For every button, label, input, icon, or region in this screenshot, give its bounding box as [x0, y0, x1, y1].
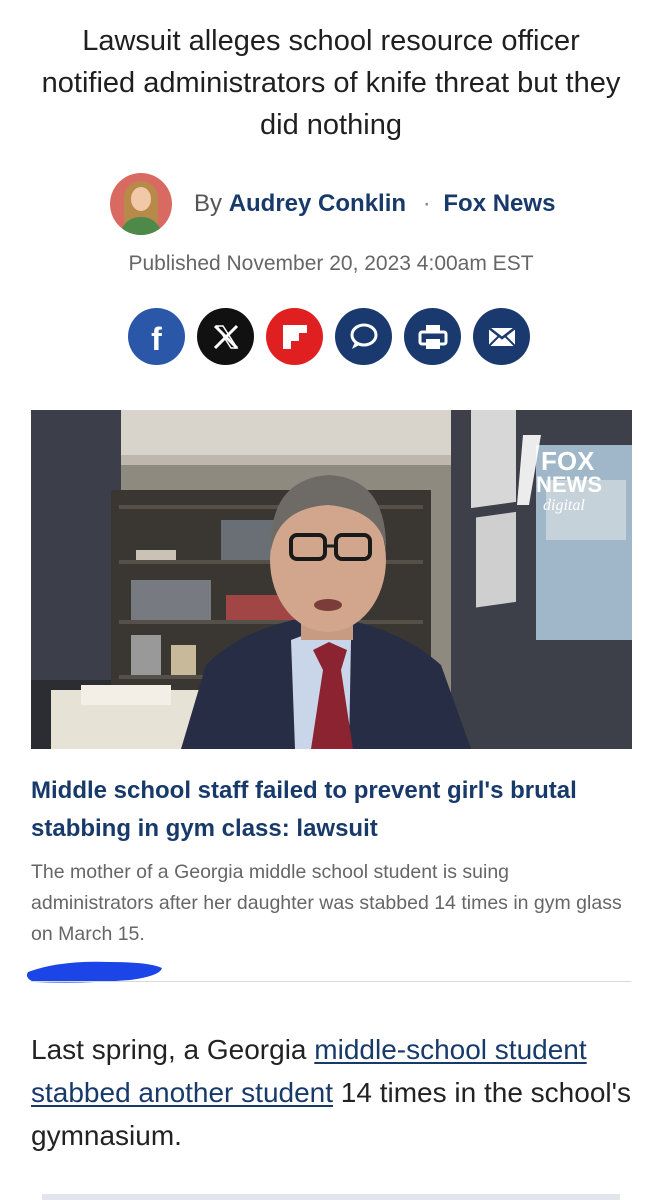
comment-button[interactable] — [335, 308, 392, 365]
flipboard-share-button[interactable] — [266, 308, 323, 365]
ink-scribble-mark — [26, 961, 162, 983]
x-icon — [213, 324, 238, 349]
watermark-news: NEWS — [536, 472, 602, 497]
print-button[interactable] — [404, 308, 461, 365]
section-divider — [31, 981, 631, 982]
email-share-button[interactable] — [473, 308, 530, 365]
share-bar: f — [128, 308, 530, 365]
body-text-start: Last spring, a Georgia — [31, 1034, 315, 1065]
video-card-title[interactable]: Middle school staff failed to prevent gi… — [31, 772, 631, 848]
facebook-icon: f — [151, 320, 162, 357]
flipboard-icon — [282, 324, 307, 349]
article-headline: Lawsuit alleges school resource officer … — [41, 25, 621, 141]
byline-prefix: By — [194, 190, 223, 217]
author-link[interactable]: Audrey Conklin — [229, 190, 406, 217]
video-player[interactable]: FOX NEWS digital — [31, 410, 632, 749]
comment-icon — [350, 323, 377, 349]
next-media-edge — [42, 1194, 620, 1200]
x-share-button[interactable] — [197, 308, 254, 365]
watermark-digital: digital — [543, 497, 585, 514]
byline: By Audrey Conklin · Fox News — [110, 172, 555, 236]
byline-separator: · — [422, 190, 431, 217]
print-icon — [418, 324, 447, 349]
outlet-link[interactable]: Fox News — [443, 190, 555, 217]
facebook-share-button[interactable]: f — [128, 308, 185, 365]
article-body-paragraph: Last spring, a Georgia middle-school stu… — [31, 1028, 631, 1157]
published-date: Published November 20, 2023 4:00am EST — [128, 252, 534, 275]
video-frame: FOX NEWS digital — [31, 410, 632, 749]
byline-text: By Audrey Conklin · Fox News — [194, 190, 555, 218]
email-icon — [487, 326, 516, 347]
author-avatar[interactable] — [110, 173, 172, 235]
video-card-description: The mother of a Georgia middle school st… — [31, 861, 622, 945]
